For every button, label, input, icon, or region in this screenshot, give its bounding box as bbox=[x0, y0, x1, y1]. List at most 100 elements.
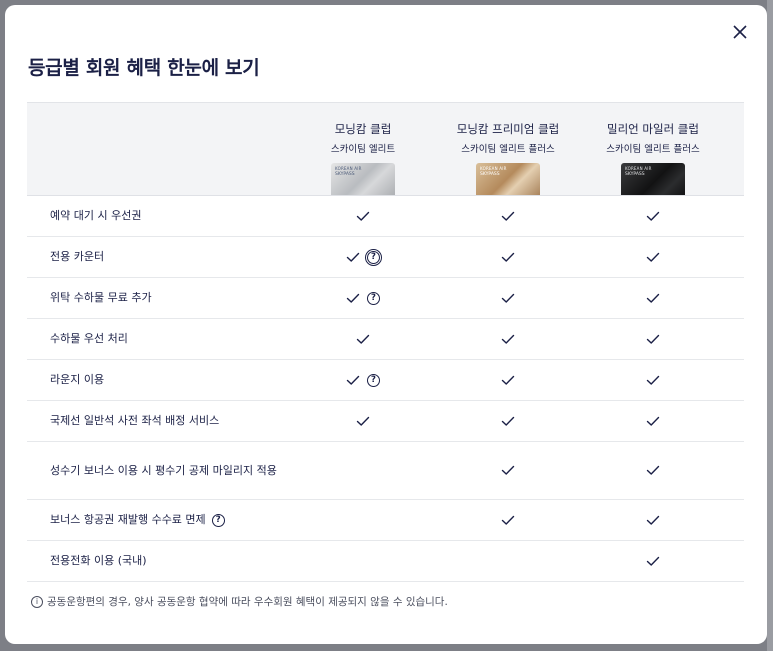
benefit-row: 전용 카운터? bbox=[27, 237, 744, 278]
benefit-row: 예약 대기 시 우선권 bbox=[27, 196, 744, 237]
benefit-label-cell: 라운지 이용 bbox=[50, 360, 290, 400]
tier-subtitle: 스카이팀 엘리트 bbox=[330, 144, 396, 155]
check-icon bbox=[646, 252, 660, 262]
benefit-row: 국제선 일반석 사전 좌석 배정 서비스 bbox=[27, 401, 744, 442]
tier-name: 밀리언 마일러 클럽 bbox=[607, 122, 699, 136]
check-icon bbox=[501, 465, 515, 475]
check-icon bbox=[501, 211, 515, 221]
tier-3-cell bbox=[588, 196, 718, 236]
tier-3-cell bbox=[588, 401, 718, 441]
benefit-row: 라운지 이용? bbox=[27, 360, 744, 401]
tier-2-cell bbox=[443, 500, 573, 540]
benefit-row: 보너스 항공권 재발행 수수료 면제? bbox=[27, 500, 744, 541]
help-icon[interactable]: ? bbox=[367, 373, 380, 387]
benefit-label: 성수기 보너스 이용 시 평수기 공제 마일리지 적용 bbox=[50, 463, 277, 477]
benefit-label-cell: 전용전화 이용 (국내) bbox=[50, 541, 290, 581]
modal-title: 등급별 회원 혜택 한눈에 보기 bbox=[28, 57, 260, 79]
tier-subtitle: 스카이팀 엘리트 플러스 bbox=[606, 144, 700, 155]
check-icon bbox=[346, 375, 360, 385]
check-icon bbox=[356, 334, 370, 344]
tier-1-cell bbox=[298, 442, 428, 499]
benefit-row: 수하물 우선 처리 bbox=[27, 319, 744, 360]
benefit-label: 전용 카운터 bbox=[50, 250, 105, 263]
tier-subtitle: 스카이팀 엘리트 플러스 bbox=[461, 144, 555, 155]
tier-3-cell bbox=[588, 541, 718, 581]
footnote: i 공동운항편의 경우, 양사 공동운항 협약에 따라 우수회원 혜택이 제공되… bbox=[31, 594, 448, 609]
card-program-text: SKYPASS bbox=[335, 172, 355, 177]
benefits-table: 모닝캄 클럽 스카이팀 엘리트 KOREAN AIR SKYPASS 모닝캄 프리미엄 … bbox=[27, 102, 744, 582]
benefit-row: 위탁 수하물 무료 추가? bbox=[27, 278, 744, 319]
tier-2-cell bbox=[443, 360, 573, 400]
check-icon bbox=[646, 211, 660, 221]
info-icon: i bbox=[31, 595, 43, 608]
table-body: 예약 대기 시 우선권 전용 카운터? 위탁 수하물 무료 추가? 수하물 우선 처리… bbox=[27, 196, 744, 582]
tier-name: 모닝캄 프리미엄 클럽 bbox=[456, 122, 560, 136]
check-icon bbox=[501, 334, 515, 344]
benefit-label: 수하물 우선 처리 bbox=[50, 332, 128, 345]
footnote-text: 공동운항편의 경우, 양사 공동운항 협약에 따라 우수회원 혜택이 제공되지 … bbox=[47, 596, 448, 608]
benefit-label: 예약 대기 시 우선권 bbox=[50, 209, 142, 222]
tier-2-cell bbox=[443, 196, 573, 236]
card-program-text: SKYPASS bbox=[480, 172, 500, 177]
tier-2-cell bbox=[443, 278, 573, 318]
benefit-label: 전용전화 이용 (국내) bbox=[50, 554, 147, 567]
tier-2-cell bbox=[443, 237, 573, 277]
tier-3-cell bbox=[588, 319, 718, 359]
check-icon bbox=[346, 293, 360, 303]
check-icon bbox=[356, 211, 370, 221]
membership-card-image: KOREAN AIR SKYPASS bbox=[476, 163, 540, 195]
card-brand-text: KOREAN AIR bbox=[335, 166, 362, 171]
tier-2-cell bbox=[443, 541, 573, 581]
benefit-label-cell: 전용 카운터 bbox=[50, 237, 290, 277]
tier-3-cell bbox=[588, 278, 718, 318]
check-icon bbox=[501, 416, 515, 426]
help-icon[interactable]: ? bbox=[367, 291, 380, 305]
benefit-label: 위탁 수하물 무료 추가 bbox=[50, 291, 152, 304]
tier-3-cell bbox=[588, 500, 718, 540]
check-icon bbox=[646, 515, 660, 525]
check-icon bbox=[646, 293, 660, 303]
tier-3-cell bbox=[588, 237, 718, 277]
tier-3-cell bbox=[588, 360, 718, 400]
benefit-label-cell: 보너스 항공권 재발행 수수료 면제? bbox=[50, 500, 290, 540]
membership-card-image: KOREAN AIR SKYPASS bbox=[331, 163, 395, 195]
benefit-label: 라운지 이용 bbox=[50, 373, 105, 386]
tier-2-cell bbox=[443, 319, 573, 359]
tier-1-cell: ? bbox=[298, 360, 428, 400]
table-header: 모닝캄 클럽 스카이팀 엘리트 KOREAN AIR SKYPASS 모닝캄 프리미엄 … bbox=[27, 102, 744, 196]
membership-card-image: KOREAN AIR SKYPASS bbox=[621, 163, 685, 195]
page-backdrop bbox=[767, 0, 773, 651]
check-icon bbox=[646, 556, 660, 566]
benefit-label-cell: 예약 대기 시 우선권 bbox=[50, 196, 290, 236]
benefit-label: 국제선 일반석 사전 좌석 배정 서비스 bbox=[50, 414, 220, 427]
check-icon bbox=[501, 375, 515, 385]
tier-2-cell bbox=[443, 401, 573, 441]
tier-name: 모닝캄 클럽 bbox=[334, 122, 392, 136]
benefit-label: 보너스 항공권 재발행 수수료 면제 bbox=[50, 513, 206, 526]
close-icon bbox=[733, 25, 747, 39]
benefit-label-cell: 성수기 보너스 이용 시 평수기 공제 마일리지 적용 bbox=[50, 442, 290, 499]
check-icon bbox=[646, 375, 660, 385]
tier-1-cell bbox=[298, 319, 428, 359]
tier-1-cell bbox=[298, 500, 428, 540]
help-icon[interactable]: ? bbox=[364, 248, 383, 266]
card-program-text: SKYPASS bbox=[625, 172, 645, 177]
tier-2-cell bbox=[443, 442, 573, 499]
benefits-modal: 등급별 회원 혜택 한눈에 보기 모닝캄 클럽스카이팀 엘리트 KOREAN AI… bbox=[5, 5, 767, 644]
benefit-label-cell: 국제선 일반석 사전 좌석 배정 서비스 bbox=[50, 401, 290, 441]
help-icon[interactable]: ? bbox=[211, 513, 225, 527]
check-icon bbox=[501, 515, 515, 525]
check-icon bbox=[501, 293, 515, 303]
check-icon bbox=[346, 252, 360, 262]
check-icon bbox=[501, 252, 515, 262]
card-brand-text: KOREAN AIR bbox=[625, 166, 652, 171]
benefit-row: 전용전화 이용 (국내) bbox=[27, 541, 744, 582]
benefit-label-cell: 수하물 우선 처리 bbox=[50, 319, 290, 359]
tier-1-cell bbox=[298, 401, 428, 441]
check-icon bbox=[646, 334, 660, 344]
check-icon bbox=[646, 465, 660, 475]
card-brand-text: KOREAN AIR bbox=[480, 166, 507, 171]
close-button[interactable] bbox=[729, 21, 751, 43]
check-icon bbox=[646, 416, 660, 426]
tier-1-cell bbox=[298, 196, 428, 236]
